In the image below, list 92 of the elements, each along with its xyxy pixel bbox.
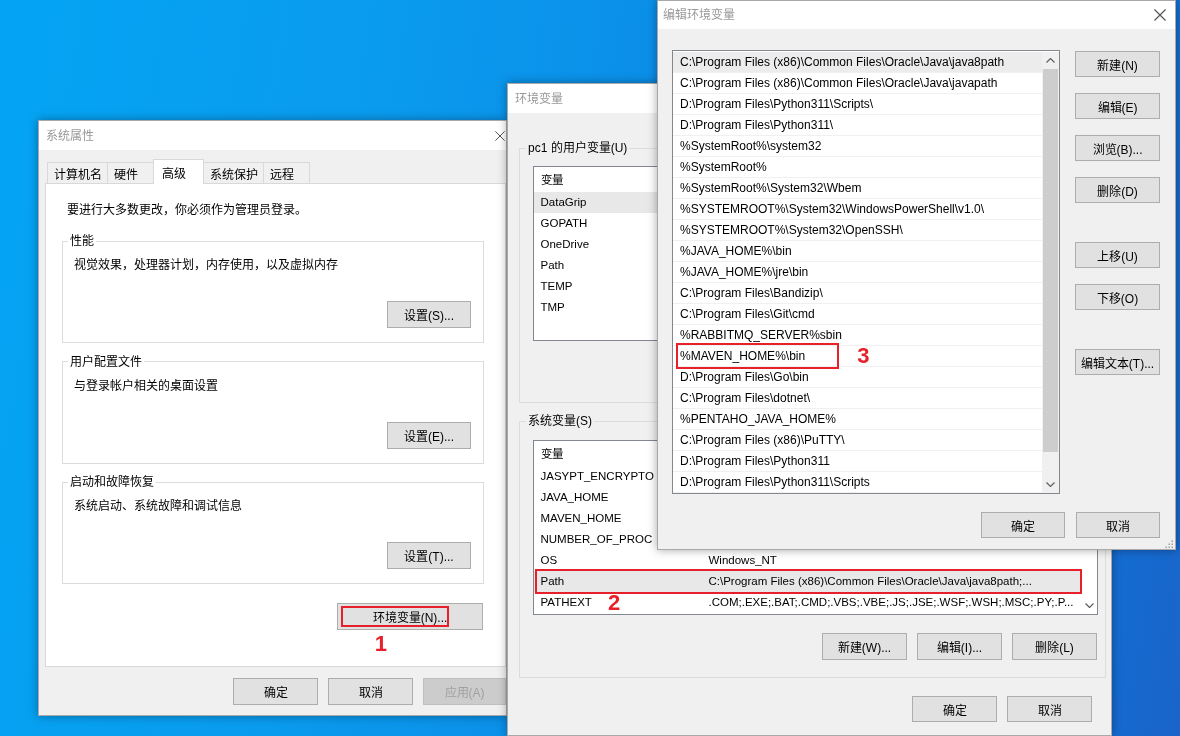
- path-entry[interactable]: D:\Program Files\Python311\Scripts\: [673, 94, 1042, 115]
- tab[interactable]: 硬件: [107, 162, 154, 183]
- path-entry[interactable]: %JAVA_HOME%\bin: [673, 241, 1042, 262]
- variable-name: NUMBER_OF_PROC: [540, 532, 653, 547]
- list-row[interactable]: OS Windows_NT: [534, 550, 1081, 571]
- group-title: 启动和故障恢复: [69, 474, 155, 490]
- side-button[interactable]: 新建(N): [1075, 51, 1160, 77]
- settings-button[interactable]: 设置(T)...: [387, 542, 471, 569]
- variable-name: PATHEXT: [540, 595, 592, 610]
- variable-name: DataGrip: [540, 195, 587, 210]
- group-title: pc1 的用户变量(U): [527, 140, 629, 156]
- close-icon[interactable]: [1154, 9, 1166, 21]
- group-title: 系统变量(S): [527, 413, 593, 429]
- list-action-button[interactable]: 编辑(I)...: [917, 633, 1002, 660]
- path-entry[interactable]: %SYSTEMROOT%\System32\OpenSSH\: [673, 220, 1042, 241]
- chevron-down-icon[interactable]: [1084, 603, 1094, 608]
- path-entry[interactable]: C:\Program Files\Bandizip\: [673, 283, 1042, 304]
- callout-number: 3: [857, 346, 870, 366]
- variable-name: OneDrive: [540, 237, 590, 252]
- variable-name: TMP: [540, 300, 565, 315]
- chevron-down-icon[interactable]: [1046, 482, 1055, 487]
- tab[interactable]: 计算机名: [47, 162, 108, 183]
- dialog-button[interactable]: 确定: [981, 512, 1065, 538]
- settings-button[interactable]: 设置(S)...: [387, 301, 471, 328]
- resize-grip-icon[interactable]: [1165, 540, 1173, 548]
- side-button[interactable]: 下移(O): [1075, 284, 1160, 310]
- notice-text: 要进行大多数更改，你必须作为管理员登录。: [67, 202, 307, 218]
- path-entry[interactable]: %PENTAHO_JAVA_HOME%: [673, 409, 1042, 430]
- dialog-button[interactable]: 取消: [1076, 512, 1160, 538]
- list-action-button[interactable]: 删除(L): [1012, 633, 1097, 660]
- list-row[interactable]: OneDrive: [534, 234, 659, 255]
- dialog-button[interactable]: 确定: [912, 696, 997, 722]
- path-entry[interactable]: C:\Program Files (x86)\Common Files\Oracle\Java\java8path: [673, 52, 1042, 73]
- variable-value: Windows_NT: [708, 553, 777, 568]
- variable-name: Path: [540, 574, 565, 589]
- dialog-button[interactable]: 取消: [328, 678, 413, 705]
- side-button[interactable]: 删除(D): [1075, 177, 1160, 203]
- path-entry[interactable]: C:\Program Files\Git\cmd: [673, 304, 1042, 325]
- scrollbar[interactable]: [1042, 52, 1059, 493]
- group-title: 性能: [69, 233, 95, 249]
- group-description: 视觉效果，处理器计划，内存使用，以及虚拟内存: [74, 257, 338, 273]
- path-entry[interactable]: %JAVA_HOME%\jre\bin: [673, 262, 1042, 283]
- path-entry[interactable]: %SYSTEMROOT%\System32\WindowsPowerShell\v1.0\: [673, 199, 1042, 220]
- list-row[interactable]: GOPATH: [534, 213, 659, 234]
- tab[interactable]: 高级: [153, 159, 204, 184]
- list-row[interactable]: Path: [534, 255, 659, 276]
- variable-name: Path: [540, 258, 565, 273]
- side-button[interactable]: 编辑(E): [1075, 93, 1160, 119]
- side-button[interactable]: 上移(U): [1075, 242, 1160, 268]
- side-button[interactable]: 浏览(B)...: [1075, 135, 1160, 161]
- path-entry[interactable]: C:\Program Files (x86)\PuTTY\: [673, 430, 1042, 451]
- close-icon[interactable]: [495, 130, 505, 141]
- path-entry[interactable]: D:\Program Files\Go\bin: [673, 367, 1042, 388]
- list-row[interactable]: TEMP: [534, 276, 659, 297]
- variable-name: OS: [540, 553, 558, 568]
- list-row[interactable]: TMP: [534, 297, 659, 318]
- window-title: 环境变量: [515, 90, 563, 107]
- window-title: 编辑环境变量: [663, 7, 735, 23]
- settings-button[interactable]: 设置(E)...: [387, 421, 471, 449]
- path-entry[interactable]: %SystemRoot%\system32: [673, 136, 1042, 157]
- path-entry[interactable]: %MAVEN_HOME%\bin 3: [673, 346, 1042, 367]
- path-entry[interactable]: %RABBITMQ_SERVER%sbin: [673, 325, 1042, 346]
- tab[interactable]: 远程: [263, 162, 310, 183]
- window-title: 系统属性: [46, 127, 94, 144]
- group-title: 用户配置文件: [69, 353, 143, 370]
- callout-number: 2: [608, 591, 621, 615]
- variable-name: TEMP: [540, 279, 573, 294]
- scrollbar-thumb[interactable]: [1043, 69, 1058, 452]
- callout-number: 1: [374, 632, 387, 656]
- group-description: 与登录帐户相关的桌面设置: [74, 377, 218, 394]
- column-header: 变量: [540, 447, 563, 462]
- path-entry[interactable]: %SystemRoot%: [673, 157, 1042, 178]
- path-entry[interactable]: C:\Program Files\dotnet\: [673, 388, 1042, 409]
- column-header: 变量: [540, 173, 563, 188]
- path-entry[interactable]: D:\Program Files\Python311: [673, 451, 1042, 472]
- path-entry[interactable]: %SystemRoot%\System32\Wbem: [673, 178, 1042, 199]
- path-entry[interactable]: C:\Program Files (x86)\Common Files\Oracle\Java\javapath: [673, 73, 1042, 94]
- path-entry[interactable]: D:\Program Files\Python311\Scripts: [673, 472, 1042, 493]
- variable-value: C:\Program Files (x86)\Common Files\Oracle\Java\java8path;...: [708, 574, 1032, 589]
- environment-variables-button[interactable]: 环境变量(N)...: [337, 603, 483, 630]
- variable-name: JAVA_HOME: [540, 490, 609, 505]
- variable-name: GOPATH: [540, 216, 588, 231]
- list-row[interactable]: Path C:\Program Files (x86)\Common Files\Oracle\Java\java8path;...: [534, 571, 1081, 592]
- tab[interactable]: 系统保护: [203, 162, 264, 183]
- side-button[interactable]: 编辑文本(T)...: [1075, 349, 1160, 375]
- path-entry[interactable]: D:\Program Files\Python311\: [673, 115, 1042, 136]
- chevron-up-icon[interactable]: [1046, 58, 1055, 63]
- dialog-button[interactable]: 取消: [1007, 696, 1092, 722]
- list-row[interactable]: DataGrip: [534, 192, 659, 213]
- group-description: 系统启动、系统故障和调试信息: [74, 498, 242, 514]
- dialog-button[interactable]: 确定: [233, 678, 318, 705]
- list-action-button[interactable]: 新建(W)...: [822, 633, 907, 660]
